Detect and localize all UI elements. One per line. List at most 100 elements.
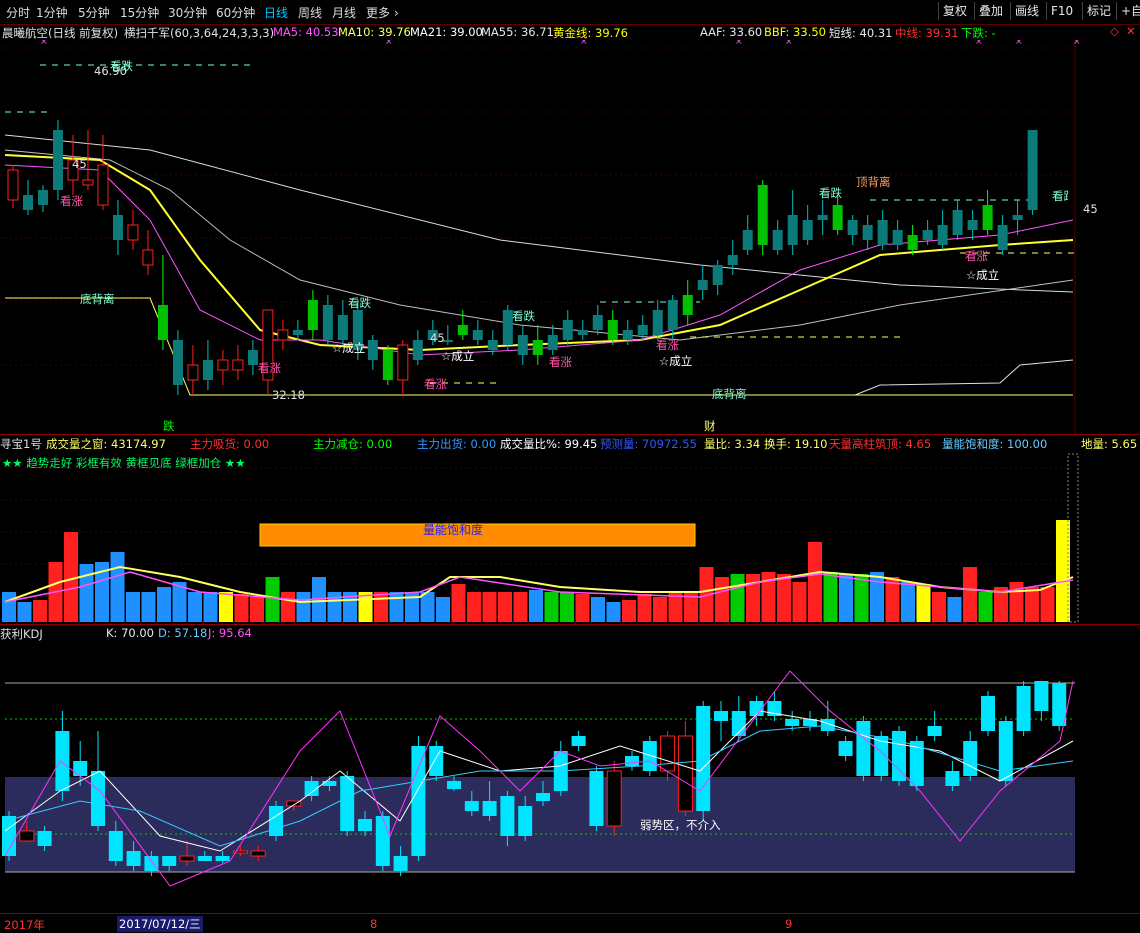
period-tab-monthly[interactable]: 月线 — [332, 4, 356, 21]
short-line-value: 短线: 40.31 — [829, 26, 893, 40]
candle-body — [247, 350, 258, 365]
f10-button[interactable]: F10 — [1046, 2, 1077, 20]
kdj-indicator-name[interactable]: 获利KDJ — [0, 626, 43, 642]
candle-body — [652, 310, 663, 335]
kdj-candle-body — [785, 719, 800, 726]
bottom-divergence-label: 底背离 — [80, 292, 115, 306]
top-marker: × — [1015, 40, 1023, 47]
top-marker: × — [975, 40, 983, 47]
volume-bar — [746, 574, 760, 622]
volume-bar — [296, 592, 311, 622]
period-tab-weekly[interactable]: 周线 — [298, 4, 322, 21]
mark-button[interactable]: 标记 — [1082, 2, 1115, 20]
candlestick-chart[interactable]: × × × × × × × × — [0, 40, 1140, 435]
confirmed-label: ☆成立 — [659, 354, 693, 368]
period-tab-5min[interactable]: 5分钟 — [78, 4, 110, 21]
candle-body — [742, 230, 753, 250]
volume-bar — [281, 592, 295, 622]
confirmed-label: ☆成立 — [966, 268, 1000, 282]
volume-indicator-name[interactable]: 寻宝1号 — [0, 436, 42, 452]
period-tab-1min[interactable]: 1分钟 — [36, 4, 68, 21]
candle-body — [592, 315, 603, 330]
volume-bar — [606, 602, 621, 622]
confirmed-label: ☆成立 — [332, 341, 366, 355]
kdj-candle-body — [144, 856, 159, 871]
close-icon[interactable]: ✕ — [1126, 24, 1136, 38]
candle-body — [667, 300, 678, 330]
period-tab-60min[interactable]: 60分钟 — [216, 4, 255, 21]
period-tab-fenshi[interactable]: 分时 — [6, 4, 30, 21]
more-periods-button[interactable]: 更多 › — [366, 4, 399, 21]
kdj-candle-body — [429, 746, 444, 776]
diamond-icon[interactable]: ◇ — [1110, 24, 1119, 38]
candle-body — [97, 164, 109, 206]
main-reduce-value: 主力减仓: 0.00 — [313, 437, 393, 451]
period-tab-daily[interactable]: 日线 — [264, 4, 288, 21]
kdj-candle-body — [215, 856, 230, 861]
kdj-candle-body — [1016, 686, 1031, 731]
candle-body — [517, 335, 528, 355]
volume-bar — [963, 567, 977, 622]
volume-bar — [777, 574, 791, 622]
predicted-volume-value: 预测量: 70972.55 — [600, 437, 697, 451]
bearish-label: 看跌 — [1052, 189, 1068, 203]
draw-line-button[interactable]: 画线 — [1010, 2, 1043, 20]
candle-body — [607, 320, 618, 340]
add-watchlist-button[interactable]: +自选 — [1116, 2, 1140, 20]
candle-body — [112, 215, 123, 240]
volume-bar — [141, 592, 156, 622]
kdj-chart[interactable] — [0, 641, 1140, 913]
volume-bar — [467, 592, 481, 622]
volume-bar — [730, 574, 745, 622]
indicator-name[interactable]: 横扫千军(60,3,64,24,3,3,3) — [124, 25, 274, 41]
volume-bar — [327, 592, 342, 622]
volume-bar — [560, 592, 574, 622]
kdj-k-value: K: 70.00 — [106, 626, 154, 640]
candle-body — [982, 205, 993, 230]
signal-annotations: × × × × × × × × — [40, 40, 1081, 47]
overlay-button[interactable]: 叠加 — [974, 2, 1007, 20]
top-marker: × — [1073, 40, 1081, 47]
kdj-candle-body — [91, 771, 105, 826]
top-marker: × — [385, 40, 393, 47]
volume-bar — [575, 594, 590, 622]
candle-body — [1012, 215, 1023, 220]
chevron-right-icon: › — [394, 6, 399, 20]
volume-bar — [265, 577, 280, 622]
candle-body — [127, 224, 139, 241]
volume-bar — [637, 594, 652, 622]
volume-bar — [1056, 520, 1070, 622]
kdj-candle-body — [447, 781, 461, 789]
candles — [7, 120, 1038, 395]
kdj-candle-body — [518, 806, 533, 836]
volume-saturation-value: 量能饱和度: 100.00 — [942, 437, 1048, 451]
candle-body — [937, 225, 948, 245]
candle-body — [187, 364, 199, 381]
volume-window-value: 成交量之窗: 43174.97 — [46, 437, 166, 451]
fuquan-button[interactable]: 复权 — [938, 2, 971, 20]
candle-body — [817, 215, 828, 220]
left-price-label: 45 — [72, 157, 87, 171]
date-axis: 2017年 2017/07/12/三 8 9 — [0, 913, 1140, 933]
kdj-candle-body — [464, 801, 479, 811]
kdj-candle-body — [927, 726, 942, 736]
volume-bar — [1025, 587, 1039, 622]
candle-body — [922, 230, 933, 240]
candle-body — [292, 330, 303, 335]
kdj-candle-body — [589, 771, 604, 826]
volume-bar — [1040, 587, 1055, 622]
candle-body — [277, 329, 289, 341]
volume-bar — [420, 592, 435, 622]
ma5-value: MA5: 40.53 — [273, 25, 339, 39]
candle-body — [142, 249, 154, 266]
candle-body — [697, 280, 708, 290]
volume-bar — [808, 542, 822, 622]
volume-chart[interactable] — [0, 452, 1140, 624]
period-tab-30min[interactable]: 30分钟 — [168, 4, 207, 21]
candle-body — [52, 130, 63, 190]
kdj-candle-body — [179, 855, 195, 862]
bullish-label: 看涨 — [424, 377, 447, 391]
kdj-candle-body — [696, 706, 711, 811]
period-tab-15min[interactable]: 15分钟 — [120, 4, 159, 21]
candle-body — [637, 325, 648, 335]
